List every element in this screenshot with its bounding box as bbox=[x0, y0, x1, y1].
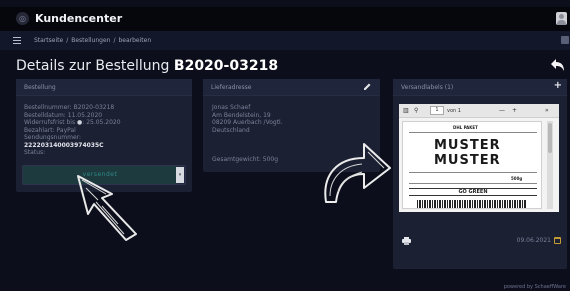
page-title-prefix: Details zur Bestellung bbox=[16, 58, 170, 74]
more-tools-icon[interactable]: » bbox=[545, 106, 549, 116]
app-title: Kundencenter bbox=[35, 12, 123, 25]
breadcrumb-bar: Startseite / Bestellungen / bearbeiten bbox=[0, 31, 570, 50]
label-header: DHL PAKET bbox=[453, 125, 478, 130]
sidebar-toggle-icon[interactable]: ▥ bbox=[403, 106, 409, 116]
address-city: 08209 Auerbach /Vogtl. bbox=[212, 119, 283, 126]
calendar-icon[interactable] bbox=[554, 237, 561, 244]
address-name: Jonas Schaef bbox=[212, 104, 251, 111]
status-select-value: versendet bbox=[23, 166, 177, 184]
address-card-title: Lieferadresse bbox=[211, 84, 252, 91]
search-icon[interactable]: ⚲ bbox=[414, 106, 418, 116]
label-divider bbox=[409, 132, 537, 133]
footer-credit: powered by SchaeffWare bbox=[503, 284, 566, 290]
address-card-header: Lieferadresse bbox=[203, 79, 380, 96]
tracking-number[interactable]: 222203140003974035C bbox=[24, 142, 121, 150]
tracking-label-row: Sendungsnummer: bbox=[24, 134, 82, 141]
status-label: Status: bbox=[24, 149, 46, 156]
user-avatar-icon[interactable] bbox=[556, 12, 567, 25]
label-page: DHL PAKET MUSTER MUSTER 500g GO GREEN bbox=[402, 121, 542, 209]
page-number-input[interactable]: 1 bbox=[430, 106, 444, 115]
add-label-plus-icon[interactable]: + bbox=[554, 81, 562, 91]
page-title-order-id: B2020-03218 bbox=[173, 58, 279, 74]
payment-row: Bezahlart: PayPal bbox=[24, 126, 76, 134]
top-bar: ◎ Kundencenter bbox=[0, 7, 570, 31]
total-weight: Gesamtgewicht: 500g bbox=[212, 156, 279, 163]
weight-tag: 500g bbox=[511, 176, 523, 181]
order-card-header: Bestellung bbox=[16, 79, 192, 96]
chevron-down-icon[interactable]: ▾ bbox=[176, 167, 184, 183]
order-card: Bestellung Bestellnummer: B2020-03218 Be… bbox=[16, 79, 192, 192]
breadcrumb-item-home[interactable]: Startseite bbox=[34, 37, 63, 44]
address-card: Lieferadresse Jonas Schaef Am Bendelstei… bbox=[203, 79, 380, 172]
barcode bbox=[417, 200, 527, 208]
page-total: von 1 bbox=[447, 108, 461, 114]
labels-card-header: Versandlabels (1) + bbox=[393, 79, 567, 96]
label-date: 09.06.2021 bbox=[516, 237, 551, 244]
order-card-title: Bestellung bbox=[24, 84, 56, 91]
muster-watermark-bottom: MUSTER bbox=[434, 153, 501, 168]
shipping-labels-card: Versandlabels (1) + ▥ ⚲ 1 von 1 — + » DH… bbox=[393, 79, 567, 269]
menu-icon[interactable] bbox=[13, 37, 21, 44]
pdf-viewer[interactable]: ▥ ⚲ 1 von 1 — + » DHL PAKET MUSTER MUSTE… bbox=[399, 104, 559, 212]
breadcrumb-item-edit: bearbeiten bbox=[118, 37, 152, 44]
breadcrumb: Startseite / Bestellungen / bearbeiten bbox=[34, 37, 152, 44]
muster-watermark-top: MUSTER bbox=[434, 138, 501, 153]
zoom-in-button[interactable]: + bbox=[512, 106, 517, 116]
withdrawal-row: Widerrufsfrist bis ●: 25.05.2020 bbox=[24, 119, 121, 126]
address-lines: Jonas Schaef Am Bendelstein, 19 08209 Au… bbox=[212, 104, 283, 134]
print-icon[interactable] bbox=[402, 237, 411, 245]
breadcrumb-item-orders[interactable]: Bestellungen bbox=[71, 37, 110, 44]
app-logo-icon: ◎ bbox=[16, 12, 29, 25]
order-date-row: Bestelldatum: 11.05.2020 bbox=[24, 111, 103, 119]
label-footer: 09.06.2021 bbox=[393, 235, 567, 247]
order-number-row: Bestellnummer: B2020-03218 bbox=[24, 104, 115, 111]
label-divider bbox=[409, 172, 537, 173]
edit-pencil-icon[interactable] bbox=[363, 82, 372, 91]
label-divider bbox=[409, 183, 537, 184]
info-icon: ● bbox=[77, 119, 83, 126]
pdf-scrollbar[interactable] bbox=[547, 121, 553, 209]
labels-card-title: Versandlabels (1) bbox=[401, 84, 454, 91]
order-details: Bestellnummer: B2020-03218 Bestelldatum:… bbox=[24, 104, 121, 157]
address-country: Deutschland bbox=[212, 126, 250, 134]
side-panel-toggle[interactable] bbox=[561, 36, 569, 44]
pdf-toolbar: ▥ ⚲ 1 von 1 — + » bbox=[399, 104, 559, 118]
status-select[interactable]: versendet ▾ bbox=[22, 165, 186, 185]
back-arrow-icon[interactable] bbox=[550, 58, 566, 72]
go-green-banner: GO GREEN bbox=[409, 188, 537, 196]
zoom-out-button[interactable]: — bbox=[499, 106, 505, 116]
address-street: Am Bendelstein, 19 bbox=[212, 111, 271, 119]
page-title: Details zur Bestellung B2020-03218 bbox=[16, 56, 278, 76]
